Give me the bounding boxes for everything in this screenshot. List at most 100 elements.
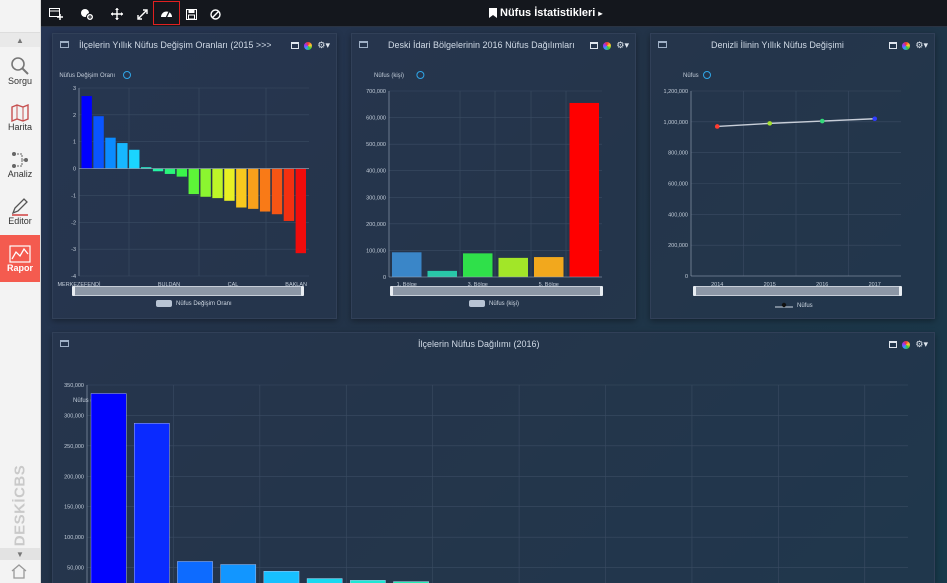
chart-svg: 3210-1-2-3-4Nüfus Değişim OranıMERKEZEFE…: [57, 71, 309, 288]
sidebar-item-sorgu[interactable]: Sorgu: [0, 47, 40, 94]
info-icon[interactable]: [703, 71, 711, 79]
y-tick-label: -4: [71, 274, 76, 280]
cancel-icon: [209, 8, 221, 20]
range-slider[interactable]: [390, 286, 603, 296]
sidebar-item-label: Sorgu: [7, 75, 33, 86]
y-tick-label: 700,000: [366, 89, 386, 95]
sidebar-item-label: Rapor: [6, 262, 33, 273]
sidebar-item-rapor[interactable]: Rapor: [0, 235, 40, 282]
chart-bar: [93, 116, 104, 169]
y-tick-label: -1: [71, 193, 76, 199]
y-axis-title: Nüfus (kişi): [374, 73, 404, 79]
dashboard-button[interactable]: [153, 1, 180, 25]
y-axis-title: Nüfus Değişim Oranı: [59, 73, 115, 79]
sidebar-header: [0, 0, 40, 33]
expand-icon: [136, 8, 148, 20]
range-slider[interactable]: [693, 286, 902, 296]
y-tick-label: 350,000: [64, 383, 84, 389]
sidebar-item-label: Harita: [7, 121, 32, 132]
y-tick-label: 200,000: [668, 243, 688, 249]
save-button[interactable]: [181, 4, 201, 24]
chart-bar: [220, 564, 257, 583]
legend-label: Nüfus (kişi): [489, 300, 520, 307]
expand-button[interactable]: [132, 4, 152, 24]
chart-bar: [283, 168, 295, 221]
legend-label: Nüfus: [797, 303, 813, 309]
data-point: [872, 116, 878, 122]
sidebar-scroll-up[interactable]: ▲: [0, 33, 40, 47]
chart-bar: [176, 168, 188, 177]
y-tick-label: 1,200,000: [664, 89, 688, 95]
y-tick-label: 200,000: [64, 474, 84, 480]
info-icon[interactable]: [123, 71, 131, 79]
chart-bar: [498, 257, 528, 277]
add-panel-button[interactable]: [46, 4, 66, 24]
chart-bar: [392, 252, 422, 277]
legend-swatch: [156, 300, 172, 307]
top-toolbar: Nüfus İstatistikleri ▸: [41, 0, 947, 27]
move-button[interactable]: [107, 4, 127, 24]
cancel-button[interactable]: [205, 4, 225, 24]
y-tick-label: 600,000: [366, 116, 386, 122]
dashboard-title[interactable]: Nüfus İstatistikleri ▸: [489, 7, 602, 19]
sidebar-item-analiz[interactable]: Analiz: [0, 141, 40, 188]
y-tick-label: 1,000,000: [664, 120, 688, 126]
home-icon[interactable]: [10, 563, 28, 579]
y-tick-label: 400,000: [668, 212, 688, 218]
chart-bar: [117, 143, 128, 169]
chart-bar: [212, 168, 223, 199]
panel-district-population: İlçelerin Nüfus Dağılımı (2016) ⚙▾ 350,0…: [52, 332, 935, 583]
legend-swatch: [469, 300, 485, 307]
y-tick-label: -3: [71, 247, 76, 253]
chart-bar: [90, 393, 127, 583]
chart-bar: [188, 168, 199, 195]
data-point: [819, 118, 825, 124]
chart-legend[interactable]: Nüfus Değişim Oranı: [156, 300, 232, 307]
chart-bar: [200, 168, 211, 197]
sidebar-item-label: Editor: [8, 215, 32, 226]
panel-yearly-population: Denizli İlinin Yıllık Nüfus Değişimi ⚙▾ …: [650, 33, 935, 319]
legend-label: Nüfus Değişim Oranı: [176, 300, 232, 307]
panel-population-change-rate: İlçelerin Yıllık Nüfus Değişim Oranları …: [52, 33, 337, 319]
sidebar-item-harita[interactable]: Harita: [0, 94, 40, 141]
chart-bar: [259, 168, 271, 212]
search-icon: [11, 56, 29, 75]
dashboard-icon: [161, 11, 172, 18]
y-tick-label: 1: [73, 140, 76, 146]
y-tick-label: 600,000: [668, 182, 688, 188]
chart-svg: 1,200,000 1,000,000 800,000 600,000 400,000 2…: [664, 71, 901, 288]
chart-legend[interactable]: Nüfus (kişi): [469, 300, 519, 307]
y-tick-label: 100,000: [64, 535, 84, 541]
data-point: [714, 124, 720, 129]
pencil-icon: [11, 197, 28, 216]
y-tick-label: 2: [73, 113, 76, 119]
chart-svg: 700,000 600,000 500,000 400,000 300,000 200,0…: [366, 71, 602, 288]
dashboard-title-text: Nüfus İstatistikleri: [500, 7, 596, 19]
chart-svg: 350,000 300,000 250,000 200,000 150,000 100,0…: [64, 383, 908, 583]
y-tick-label: 0: [73, 167, 76, 173]
add-layer-icon: [81, 8, 94, 21]
y-tick-label: 500,000: [366, 142, 386, 148]
info-icon[interactable]: [416, 71, 425, 79]
range-slider[interactable]: [72, 286, 304, 296]
chart-bar: [295, 168, 306, 254]
chart-bar: [569, 102, 599, 277]
y-axis-title: Nüfus: [683, 73, 699, 79]
add-layer-button[interactable]: [77, 4, 97, 24]
y-tick-label: 200,000: [366, 222, 386, 228]
sidebar-item-editor[interactable]: Editor: [0, 188, 40, 235]
report-icon: [9, 244, 31, 263]
map-icon: [11, 103, 29, 122]
y-tick-label: 800,000: [668, 151, 688, 157]
chart-bar: [236, 168, 247, 208]
chart-bar: [164, 168, 176, 174]
y-tick-label: 3: [73, 86, 76, 92]
chart-bar: [271, 168, 283, 215]
chart-bar: [248, 168, 259, 209]
chart-legend[interactable]: Nüfus: [775, 302, 813, 310]
sidebar-item-label: Analiz: [7, 168, 33, 179]
y-tick-label: 50,000: [67, 566, 84, 572]
sidebar-scroll-down[interactable]: ▼: [0, 548, 40, 560]
chart-bar: [152, 168, 164, 172]
data-point: [767, 121, 773, 126]
